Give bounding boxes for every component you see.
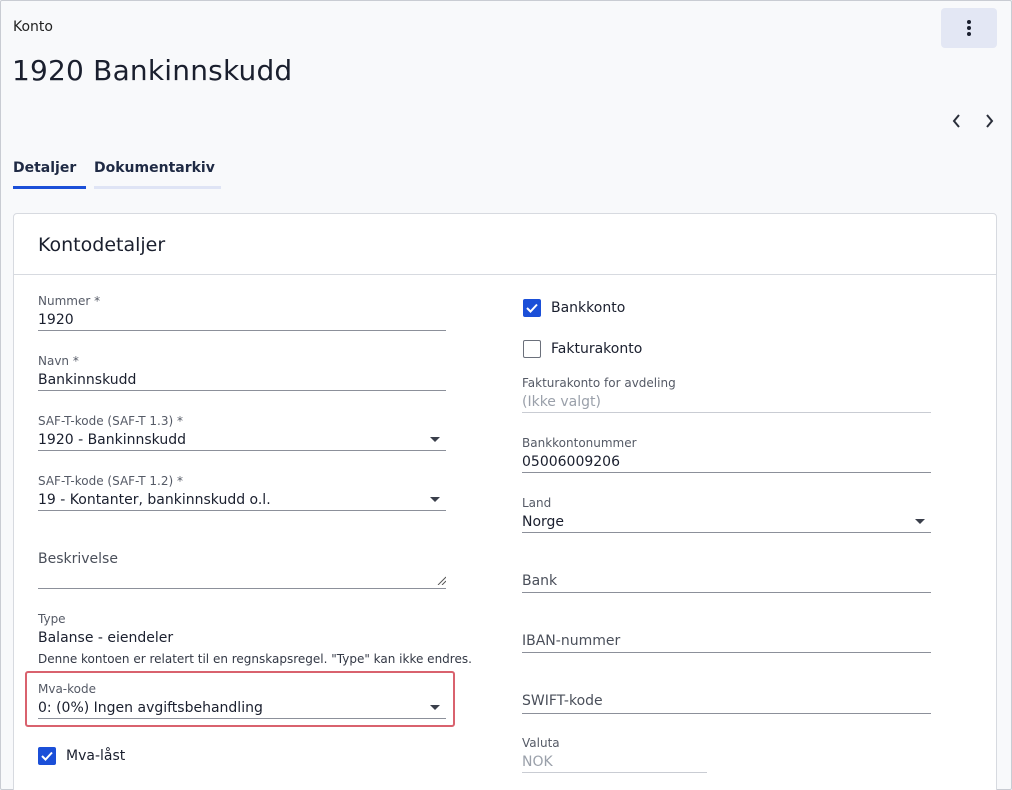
bankkontonummer-input[interactable]: 05006009206	[522, 452, 931, 472]
more-options-button[interactable]	[941, 8, 997, 48]
chevron-left-icon	[952, 114, 960, 128]
mva-kode-value[interactable]: 0: (0%) Ingen avgiftsbehandling	[38, 698, 446, 718]
nummer-input[interactable]: 1920	[38, 310, 446, 330]
caret-down-icon[interactable]	[915, 519, 925, 524]
previous-button[interactable]	[948, 112, 966, 130]
breadcrumb[interactable]: Konto	[13, 19, 53, 35]
card-title: Kontodetaljer	[38, 234, 166, 256]
checkbox-unchecked[interactable]	[523, 340, 541, 358]
field-underline	[38, 390, 446, 391]
field-label: Mva-kode	[38, 682, 97, 696]
caret-down-icon[interactable]	[430, 705, 440, 710]
fakturakonto-avdeling-field: Fakturakonto for avdeling (Ikke valgt)	[522, 376, 931, 414]
field-underline	[522, 652, 931, 653]
nummer-field[interactable]: Nummer * 1920	[38, 294, 446, 332]
field-label: SAF-T-kode (SAF-T 1.3) *	[38, 414, 184, 428]
checkbox-label: Mva-låst	[66, 748, 126, 764]
mva-last-checkbox[interactable]: Mva-låst	[38, 747, 125, 765]
next-button[interactable]	[980, 112, 998, 130]
caret-down-icon[interactable]	[430, 437, 440, 442]
more-vertical-icon	[967, 20, 971, 36]
valuta-field: Valuta NOK	[522, 736, 707, 774]
bankkonto-checkbox[interactable]: Bankkonto	[523, 299, 625, 317]
field-label: Navn *	[38, 354, 79, 368]
saft12-select[interactable]: SAF-T-kode (SAF-T 1.2) * 19 - Kontanter,…	[38, 474, 446, 512]
checkbox-checked[interactable]	[523, 299, 541, 317]
valuta-value: NOK	[522, 754, 553, 770]
beskrivelse-textarea[interactable]: Beskrivelse	[38, 551, 446, 589]
checkbox-label: Bankkonto	[551, 300, 626, 316]
swift-input[interactable]: SWIFT-kode	[522, 693, 931, 709]
type-helper-text: Denne kontoen er relatert til en regnska…	[38, 652, 472, 666]
chevron-right-icon	[986, 114, 994, 128]
field-label: Land	[522, 496, 552, 510]
field-underline	[522, 532, 931, 533]
tab-label: Dokumentarkiv	[94, 160, 215, 176]
field-underline	[38, 718, 446, 719]
card-divider	[14, 274, 996, 275]
fakturakonto-checkbox[interactable]: Fakturakonto	[523, 340, 642, 358]
checkbox-checked[interactable]	[38, 747, 56, 765]
field-label: Type	[38, 612, 66, 626]
tab-detaljer[interactable]: Detaljer	[13, 158, 86, 189]
tab-active-indicator	[13, 186, 86, 189]
field-underline	[38, 510, 446, 511]
iban-input[interactable]: IBAN-nummer	[522, 633, 931, 649]
fakturakonto-avdeling-value: (Ikke valgt)	[522, 394, 601, 410]
bank-field[interactable]: Bank	[522, 573, 931, 593]
checkbox-label: Fakturakonto	[551, 341, 643, 357]
type-value: Balanse - eiendeler	[38, 630, 174, 646]
tab-label: Detaljer	[13, 160, 77, 176]
checkmark-icon	[41, 751, 53, 761]
tab-underline	[94, 186, 221, 189]
saft13-value[interactable]: 1920 - Bankinnskudd	[38, 430, 446, 450]
saft13-select[interactable]: SAF-T-kode (SAF-T 1.3) * 1920 - Bankinns…	[38, 414, 446, 452]
checkmark-icon	[526, 303, 538, 313]
field-label: Nummer *	[38, 294, 101, 308]
caret-down-icon[interactable]	[430, 497, 440, 502]
field-label: SAF-T-kode (SAF-T 1.2) *	[38, 474, 184, 488]
iban-field[interactable]: IBAN-nummer	[522, 633, 931, 653]
resize-handle-icon[interactable]	[437, 576, 446, 585]
field-underline	[38, 330, 446, 331]
saft12-value[interactable]: 19 - Kontanter, bankinnskudd o.l.	[38, 490, 446, 510]
land-value[interactable]: Norge	[522, 512, 931, 532]
field-underline	[522, 713, 931, 714]
bankkontonummer-field[interactable]: Bankkontonummer 05006009206	[522, 436, 931, 474]
page-title: 1920 Bankinnskudd	[12, 54, 293, 87]
land-select[interactable]: Land Norge	[522, 496, 931, 534]
bank-input[interactable]: Bank	[522, 573, 931, 589]
field-underline	[38, 588, 446, 589]
swift-field[interactable]: SWIFT-kode	[522, 693, 931, 714]
field-underline	[522, 592, 931, 593]
field-underline	[522, 412, 931, 413]
navn-input[interactable]: Bankinnskudd	[38, 370, 446, 390]
field-label: Bankkontonummer	[522, 436, 637, 450]
mva-kode-select[interactable]: Mva-kode 0: (0%) Ingen avgiftsbehandling	[38, 682, 446, 720]
field-underline	[522, 772, 707, 773]
navn-field[interactable]: Navn * Bankinnskudd	[38, 354, 446, 392]
type-field: Type Balanse - eiendeler Denne kontoen e…	[38, 612, 472, 670]
field-underline	[38, 450, 446, 451]
tab-dokumentarkiv[interactable]: Dokumentarkiv	[94, 158, 221, 189]
field-label: Fakturakonto for avdeling	[522, 376, 676, 390]
field-label: Valuta	[522, 736, 560, 750]
beskrivelse-placeholder: Beskrivelse	[38, 551, 118, 567]
field-underline	[522, 472, 931, 473]
